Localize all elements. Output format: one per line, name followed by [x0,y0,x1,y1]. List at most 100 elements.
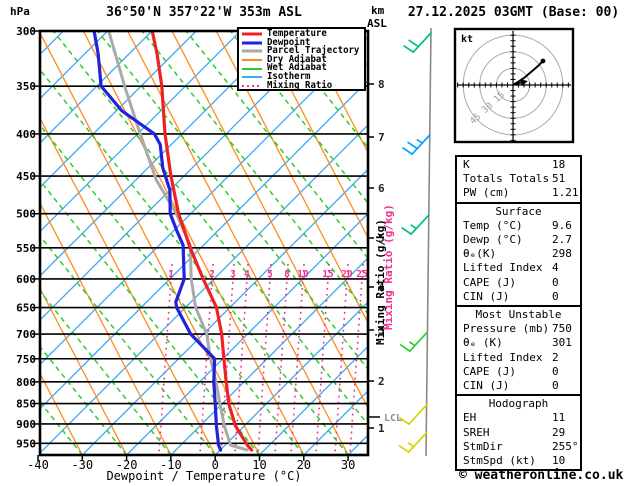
legend-line-sample [242,84,262,87]
table-row: θₑ(K) 298 [457,247,580,261]
legend-line-sample [242,67,262,70]
svg-text:kt: kt [461,34,473,45]
svg-text:8: 8 [284,269,290,280]
legend-line-sample [242,76,262,79]
table-row-value: 11 [552,411,566,425]
indices-table: K 18 Totals Totals 51 PW (cm) 1.21 Surface Temp… [455,155,582,472]
table-row-value: 4 [552,261,559,275]
table-row: StmDir 255° [457,440,580,454]
svg-text:3: 3 [230,269,236,280]
svg-text:ASL: ASL [367,17,387,30]
svg-text:30: 30 [341,458,355,472]
table-row: θₑ (K) 301 [457,336,580,350]
table-row-value: 301 [552,336,572,350]
table-row-label: StmSpd (kt) [463,454,536,468]
svg-text:1: 1 [168,269,174,280]
wind-barb [401,214,430,235]
table-row: Pressure (mb) 750 [457,322,580,336]
legend-item: Mixing Ratio [241,79,364,91]
legend-line-sample [242,41,262,45]
wind-barb [398,432,428,453]
table-row-value: 0 [552,275,559,289]
table-row: CAPE (J) 0 [457,365,580,379]
table-row: Temp (°C) 9.6 [457,219,580,233]
table-row-label: PW (cm) [463,186,510,200]
svg-text:15: 15 [322,269,334,280]
table-row-value: 9.6 [552,218,572,232]
chart-legend: Temperature Dewpoint Parcel Trajectory Dry … [237,27,366,91]
table-row-value: 10 [552,454,566,468]
wind-barb-column [398,27,432,457]
table-row-label: SREH [463,425,490,439]
table-row: Lifted Index 2 [457,351,580,365]
legend-line-sample [242,59,262,62]
station-title: 36°50'N 357°22'W 353m ASL [106,5,302,20]
temperature-axis: -40 -30 -20 -10 0 10 20 30Dewpoint / Temperatur… [27,455,355,483]
svg-text:25: 25 [356,269,368,280]
datetime-title: 27.12.2025 03GMT (Base: 00) [407,5,620,20]
hodograph: 153045kt [453,27,575,144]
table-row-label: Totals Totals [463,172,550,186]
table-row-value: 0 [552,379,559,393]
svg-text:10: 10 [297,269,309,280]
svg-text:-30: -30 [71,458,93,472]
table-row-value: 2 [552,350,559,364]
table-row-value: 0 [552,289,559,303]
table-section: K 18 Totals Totals 51 PW (cm) 1.21 [455,155,582,204]
svg-text:20: 20 [341,269,353,280]
svg-text:650: 650 [16,302,36,315]
table-row-label: Pressure (mb) [463,322,550,336]
table-row: EH 11 [457,411,580,425]
table-row: Dewp (°C) 2.7 [457,233,580,247]
table-row-label: θₑ(K) [463,247,497,261]
table-row-label: Dewp (°C) [463,233,523,247]
wind-barb [403,32,432,53]
table-row: Lifted Index 4 [457,261,580,275]
dewpoint-trace [92,32,223,452]
credit-footer: © weatheronline.co.uk [459,468,624,483]
table-section: Most Unstable Pressure (mb) 750 θₑ (K) 301 Li… [455,305,582,397]
table-row-label: K [463,158,470,171]
legend-label: Mixing Ratio [267,79,333,91]
table-row-value: 0 [552,364,559,378]
svg-text:750: 750 [16,353,36,366]
table-row-label: CIN (J) [463,379,510,393]
svg-text:700: 700 [16,328,36,341]
legend-line-sample [242,49,262,53]
wind-barb [399,331,429,352]
km-axis: kmASL87654321LCLMixing Ratio (g/kg)Mixin… [367,4,402,435]
svg-text:600: 600 [16,273,36,286]
svg-text:450: 450 [16,170,36,183]
table-row-value: 750 [552,322,572,336]
svg-text:7: 7 [378,131,385,144]
table-row: K 18 [457,158,580,172]
svg-text:Dewpoint / Temperature (°C): Dewpoint / Temperature (°C) [106,469,301,483]
table-row-label: CAPE (J) [463,364,516,378]
table-row: CIN (J) 0 [457,379,580,393]
svg-text:350: 350 [16,80,36,93]
table-row-label: Lifted Index [463,261,543,275]
table-row-value: 1.21 [552,186,579,200]
table-row-value: 51 [552,172,566,186]
table-section-header: Surface [495,204,542,218]
svg-text:2: 2 [209,269,215,280]
table-row-label: Lifted Index [463,350,543,364]
skewt-sounding-page: 1 2 3 4 5 8 10 15 20 25 hPa 300 350 400 450 500 550 600 65… [0,0,629,486]
table-row-label: Temp (°C) [463,218,523,232]
table-row: StmSpd (kt) 10 [457,454,580,468]
svg-text:500: 500 [16,208,36,221]
svg-text:Mixing Ratio (g/kg): Mixing Ratio (g/kg) [374,219,387,345]
table-row-label: θₑ (K) [463,336,503,350]
table-section-header: Most Unstable [475,308,562,322]
table-row-label: CAPE (J) [463,275,516,289]
svg-text:300: 300 [16,25,36,38]
table-row: SREH 29 [457,426,580,440]
svg-text:2: 2 [378,375,385,388]
table-row-value: 29 [552,425,566,439]
pressure-axis: hPa 300 350 400 450 500 550 600 650 700 750 800 850 9… [10,5,40,450]
table-row-value: 18 [552,158,566,171]
wind-barb [398,404,428,425]
table-row-label: StmDir [463,439,503,453]
svg-text:550: 550 [16,242,36,255]
table-row-value: 2.7 [552,233,572,247]
